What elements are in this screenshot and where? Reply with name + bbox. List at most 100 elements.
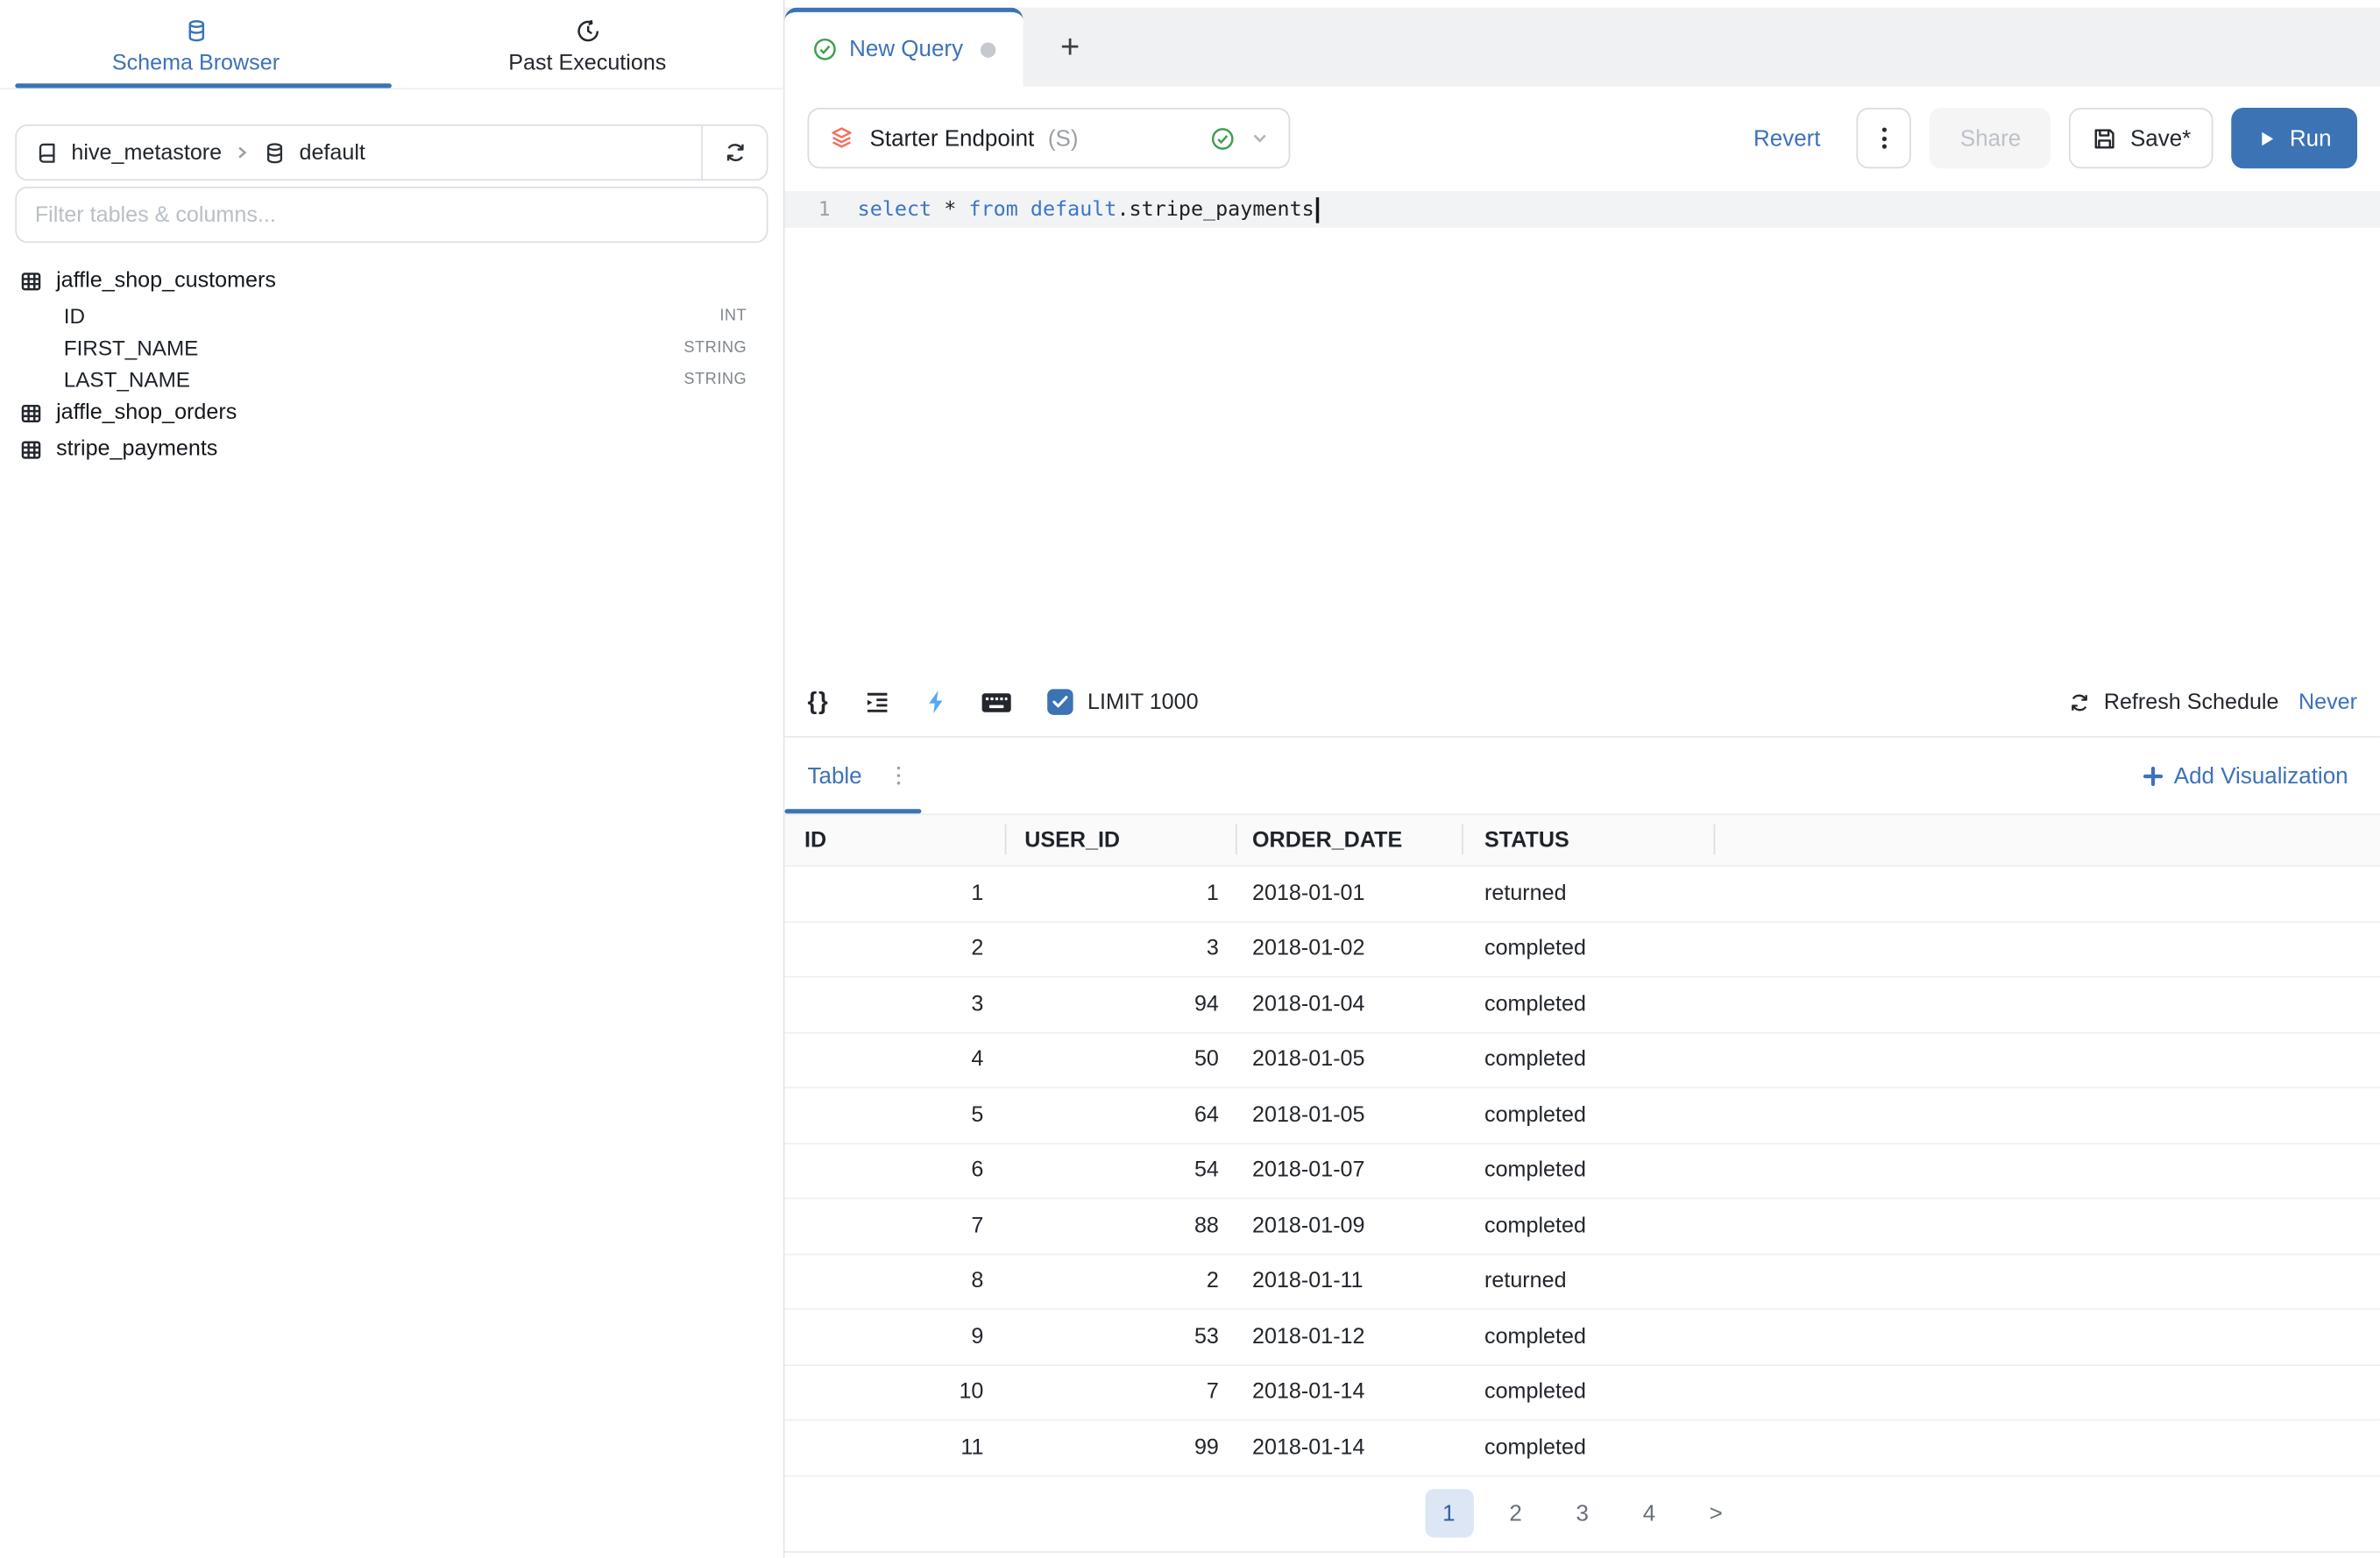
plus-icon [2143, 766, 2164, 786]
table-cell-filler [1715, 867, 2380, 920]
tab-schema-browser[interactable]: Schema Browser [0, 0, 392, 88]
endpoint-layers-icon [827, 124, 856, 152]
table-cell-filler [1715, 1144, 2380, 1197]
database-icon [183, 18, 209, 43]
endpoint-status-check-icon [1210, 125, 1236, 151]
limit-checkbox[interactable] [1048, 689, 1073, 714]
tab-past-executions[interactable]: Past Executions [392, 0, 783, 88]
add-visualization-button[interactable]: Add Visualization [2143, 762, 2357, 788]
save-button[interactable]: Save* [2070, 108, 2214, 168]
column-name: FIRST_NAME [64, 335, 199, 359]
refresh-schema-button[interactable] [701, 126, 766, 180]
column-header-status[interactable]: STATUS [1463, 815, 1716, 865]
sql-token: stripe_payments [1130, 197, 1314, 222]
refresh-schedule-value[interactable]: Never [2299, 690, 2357, 714]
sql-token [956, 197, 968, 222]
breadcrumb[interactable]: hive_metastore default [17, 140, 701, 165]
schema-table-item[interactable]: stripe_payments [0, 431, 783, 468]
table-cell: 2 [785, 922, 1007, 975]
share-button[interactable]: Share [1930, 108, 2051, 168]
table-cell: 2018-01-14 [1237, 1420, 1463, 1474]
table-cell-filler [1715, 1365, 2380, 1419]
schema-column-item[interactable]: LAST_NAMESTRING [0, 363, 783, 394]
chevron-right-icon [234, 145, 251, 161]
table-cell: 64 [1006, 1088, 1236, 1142]
app-window: Schema Browser Past Executions [0, 0, 2380, 1558]
sql-editor[interactable]: 1 select * from default.stripe_payments [785, 190, 2380, 669]
breadcrumb-schema[interactable]: default [299, 140, 365, 165]
column-header-label: USER_ID [1024, 828, 1120, 853]
sql-token: from [968, 197, 1017, 222]
revert-button[interactable]: Revert [1747, 108, 1826, 168]
page-button-4[interactable]: 4 [1625, 1489, 1673, 1537]
table-cell: 3 [1006, 922, 1236, 975]
sql-active-line: 1 select * from default.stripe_payments [785, 191, 2380, 228]
results-header-row: ID USER_ID ORDER_DATESTATUS [785, 813, 2380, 867]
breadcrumb-catalog[interactable]: hive_metastore [71, 140, 222, 165]
chevron-down-icon [1250, 127, 1271, 148]
page-button-3[interactable]: 3 [1558, 1489, 1606, 1537]
sidebar-tabs: Schema Browser Past Executions [0, 0, 783, 89]
page-button-1[interactable]: 1 [1425, 1489, 1473, 1537]
schema-column-item[interactable]: FIRST_NAME STRING [0, 331, 783, 363]
schema-table-item[interactable]: jaffle_shop_customers [0, 263, 783, 300]
column-type: STRING [684, 337, 747, 356]
query-kebab-menu-button[interactable] [1857, 108, 1911, 168]
table-cell: completed [1463, 922, 1716, 975]
table-cell: 2018-01-11 [1237, 1255, 1463, 1308]
table-row: 822018-01-11returned [785, 1255, 2380, 1310]
autocomplete-toggle-button[interactable] [926, 689, 946, 714]
keyboard-shortcuts-button[interactable] [981, 690, 1013, 714]
table-cell: completed [1463, 1365, 1716, 1419]
table-cell: 6 [785, 1144, 1007, 1197]
table-row: 9532018-01-12completed [785, 1310, 2380, 1365]
table-cell: 10 [785, 1365, 1007, 1419]
table-row: 4502018-01-05completed [785, 1033, 2380, 1088]
table-cell: 94 [1006, 977, 1236, 1030]
column-header-order_date[interactable]: ORDER_DATE [1237, 815, 1463, 865]
table-cell-filler [1715, 1033, 2380, 1087]
table-cell: 2018-01-14 [1237, 1365, 1463, 1419]
tab-label: Schema Browser [112, 51, 280, 75]
lightning-icon [926, 689, 946, 714]
query-tab-new-query[interactable]: New Query [785, 8, 1024, 87]
page-button-2[interactable]: 2 [1491, 1489, 1540, 1537]
schema-sidebar: Schema Browser Past Executions [0, 0, 785, 1558]
refresh-icon [722, 139, 747, 165]
filter-input[interactable] [17, 202, 767, 227]
query-tabstrip: New Query + [785, 0, 2380, 87]
table-cell: 2018-01-05 [1237, 1033, 1463, 1087]
indent-icon [864, 689, 891, 716]
column-name: ID [64, 303, 85, 328]
limit-1000-toggle[interactable]: LIMIT 1000 [1048, 689, 1199, 714]
schema-tree: jaffle_shop_customersIDINT FIRST_NAME STRI… [0, 243, 783, 467]
kebab-icon [1882, 127, 1887, 148]
table-cell: 8 [785, 1255, 1007, 1308]
tab-label: Past Executions [508, 51, 666, 75]
format-query-button[interactable]: {} [807, 689, 829, 716]
endpoint-name: Starter Endpoint [870, 125, 1035, 151]
table-cell: 11 [785, 1420, 1007, 1474]
schema-column-item[interactable]: IDINT [0, 299, 783, 330]
table-cell: completed [1463, 1088, 1716, 1142]
column-header-filler [1715, 815, 2380, 865]
endpoint-selector[interactable]: Starter Endpoint (S) [807, 108, 1290, 168]
add-visualization-label: Add Visualization [2174, 762, 2348, 788]
table-cell: returned [1463, 1255, 1716, 1308]
unsaved-dot-icon [980, 42, 995, 57]
auto-indent-button[interactable] [864, 689, 891, 716]
next-page-button[interactable]: > [1691, 1489, 1739, 1537]
results-kebab-icon[interactable] [896, 766, 900, 785]
new-tab-button[interactable]: + [1023, 8, 1116, 87]
column-header-user_id[interactable]: USER_ID [1006, 815, 1236, 865]
table-icon [20, 438, 43, 461]
run-button-label: Run [2290, 125, 2332, 151]
run-button[interactable]: Run [2232, 108, 2357, 168]
query-tab-label: New Query [849, 37, 963, 62]
table-cell: completed [1463, 1199, 1716, 1252]
sql-token: . [1116, 197, 1129, 222]
tab-table[interactable]: Table [807, 762, 861, 788]
schema-table-item[interactable]: jaffle_shop_orders [0, 394, 783, 431]
column-header-id[interactable]: ID [785, 815, 1007, 865]
table-cell: 9 [785, 1310, 1007, 1363]
